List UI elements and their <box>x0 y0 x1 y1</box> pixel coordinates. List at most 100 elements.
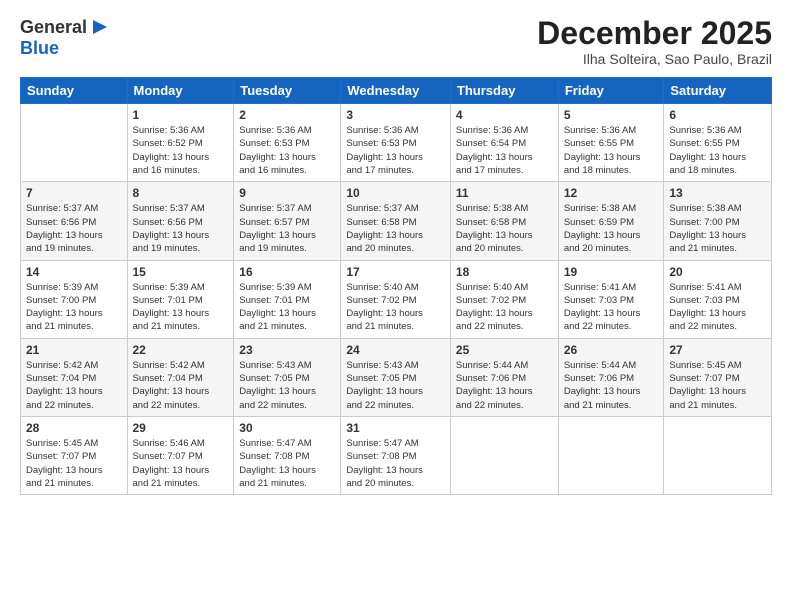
day-info: Sunrise: 5:42 AMSunset: 7:04 PMDaylight:… <box>26 359 122 412</box>
calendar-week-4: 21 Sunrise: 5:42 AMSunset: 7:04 PMDayligh… <box>21 338 772 416</box>
day-info: Sunrise: 5:40 AMSunset: 7:02 PMDaylight:… <box>346 281 445 334</box>
day-info: Sunrise: 5:45 AMSunset: 7:07 PMDaylight:… <box>26 437 122 490</box>
day-number: 21 <box>26 343 122 357</box>
table-row: 19Sunrise: 5:41 AMSunset: 7:03 PMDayligh… <box>558 260 664 338</box>
day-info: Sunrise: 5:37 AMSunset: 6:57 PMDaylight:… <box>239 202 335 255</box>
day-number: 16 <box>239 265 335 279</box>
table-row <box>664 416 772 494</box>
day-info: Sunrise: 5:43 AMSunset: 7:05 PMDaylight:… <box>239 359 335 412</box>
table-row: 17Sunrise: 5:40 AMSunset: 7:02 PMDayligh… <box>341 260 451 338</box>
day-number: 18 <box>456 265 553 279</box>
table-row: 26Sunrise: 5:44 AMSunset: 7:06 PMDayligh… <box>558 338 664 416</box>
table-row: 2Sunrise: 5:36 AMSunset: 6:53 PMDaylight… <box>234 104 341 182</box>
col-sunday: Sunday <box>21 78 128 104</box>
day-info: Sunrise: 5:36 AMSunset: 6:54 PMDaylight:… <box>456 124 553 177</box>
col-tuesday: Tuesday <box>234 78 341 104</box>
table-row: 25 Sunrise: 5:44 AMSunset: 7:06 PMDayligh… <box>450 338 558 416</box>
day-number: 22 <box>133 343 229 357</box>
month-title: December 2025 <box>537 16 772 51</box>
table-row: 10 Sunrise: 5:37 AMSunset: 6:58 PMDayligh… <box>341 182 451 260</box>
table-row: 11Sunrise: 5:38 AMSunset: 6:58 PMDayligh… <box>450 182 558 260</box>
day-number: 28 <box>26 421 122 435</box>
table-row: 5 Sunrise: 5:36 AMSunset: 6:55 PMDaylight… <box>558 104 664 182</box>
day-number: 27 <box>669 343 766 357</box>
day-info: Sunrise: 5:44 AMSunset: 7:06 PMDaylight:… <box>456 359 553 412</box>
table-row: 31Sunrise: 5:47 AMSunset: 7:08 PMDayligh… <box>341 416 451 494</box>
day-number: 15 <box>133 265 229 279</box>
col-monday: Monday <box>127 78 234 104</box>
day-number: 1 <box>133 108 229 122</box>
day-info: Sunrise: 5:47 AMSunset: 7:08 PMDaylight:… <box>239 437 335 490</box>
title-block: December 2025 Ilha Solteira, Sao Paulo, … <box>537 16 772 67</box>
day-number: 14 <box>26 265 122 279</box>
day-info: Sunrise: 5:36 AMSunset: 6:53 PMDaylight:… <box>239 124 335 177</box>
day-info: Sunrise: 5:42 AMSunset: 7:04 PMDaylight:… <box>133 359 229 412</box>
day-number: 24 <box>346 343 445 357</box>
day-number: 30 <box>239 421 335 435</box>
day-number: 6 <box>669 108 766 122</box>
table-row: 22 Sunrise: 5:42 AMSunset: 7:04 PMDayligh… <box>127 338 234 416</box>
table-row: 4 Sunrise: 5:36 AMSunset: 6:54 PMDaylight… <box>450 104 558 182</box>
calendar-week-2: 7 Sunrise: 5:37 AMSunset: 6:56 PMDaylight… <box>21 182 772 260</box>
table-row: 23 Sunrise: 5:43 AMSunset: 7:05 PMDayligh… <box>234 338 341 416</box>
day-number: 29 <box>133 421 229 435</box>
table-row: 27 Sunrise: 5:45 AMSunset: 7:07 PMDayligh… <box>664 338 772 416</box>
header: General Blue December 2025 Ilha Solteira… <box>20 16 772 67</box>
day-info: Sunrise: 5:37 AMSunset: 6:58 PMDaylight:… <box>346 202 445 255</box>
day-number: 19 <box>564 265 659 279</box>
day-info: Sunrise: 5:37 AMSunset: 6:56 PMDaylight:… <box>133 202 229 255</box>
calendar-week-3: 14 Sunrise: 5:39 AMSunset: 7:00 PMDayligh… <box>21 260 772 338</box>
day-number: 5 <box>564 108 659 122</box>
location: Ilha Solteira, Sao Paulo, Brazil <box>537 51 772 67</box>
table-row: 12Sunrise: 5:38 AMSunset: 6:59 PMDayligh… <box>558 182 664 260</box>
day-number: 9 <box>239 186 335 200</box>
day-number: 13 <box>669 186 766 200</box>
day-number: 23 <box>239 343 335 357</box>
day-number: 10 <box>346 186 445 200</box>
day-info: Sunrise: 5:44 AMSunset: 7:06 PMDaylight:… <box>564 359 659 412</box>
table-row: 30 Sunrise: 5:47 AMSunset: 7:08 PMDayligh… <box>234 416 341 494</box>
day-info: Sunrise: 5:36 AMSunset: 6:55 PMDaylight:… <box>669 124 766 177</box>
table-row: 1Sunrise: 5:36 AMSunset: 6:52 PMDaylight… <box>127 104 234 182</box>
table-row <box>450 416 558 494</box>
day-info: Sunrise: 5:39 AMSunset: 7:01 PMDaylight:… <box>239 281 335 334</box>
day-number: 20 <box>669 265 766 279</box>
calendar: Sunday Monday Tuesday Wednesday Thursday… <box>20 77 772 495</box>
logo-blue-text: Blue <box>20 38 59 58</box>
page: General Blue December 2025 Ilha Solteira… <box>0 0 792 612</box>
day-info: Sunrise: 5:46 AMSunset: 7:07 PMDaylight:… <box>133 437 229 490</box>
table-row: 20Sunrise: 5:41 AMSunset: 7:03 PMDayligh… <box>664 260 772 338</box>
table-row: 18 Sunrise: 5:40 AMSunset: 7:02 PMDayligh… <box>450 260 558 338</box>
day-number: 4 <box>456 108 553 122</box>
table-row <box>21 104 128 182</box>
col-friday: Friday <box>558 78 664 104</box>
table-row: 16 Sunrise: 5:39 AMSunset: 7:01 PMDayligh… <box>234 260 341 338</box>
calendar-week-1: 1Sunrise: 5:36 AMSunset: 6:52 PMDaylight… <box>21 104 772 182</box>
day-number: 25 <box>456 343 553 357</box>
table-row: 9 Sunrise: 5:37 AMSunset: 6:57 PMDaylight… <box>234 182 341 260</box>
col-wednesday: Wednesday <box>341 78 451 104</box>
col-saturday: Saturday <box>664 78 772 104</box>
table-row: 6 Sunrise: 5:36 AMSunset: 6:55 PMDaylight… <box>664 104 772 182</box>
day-info: Sunrise: 5:39 AMSunset: 7:00 PMDaylight:… <box>26 281 122 334</box>
table-row <box>558 416 664 494</box>
calendar-header-row: Sunday Monday Tuesday Wednesday Thursday… <box>21 78 772 104</box>
day-info: Sunrise: 5:38 AMSunset: 6:58 PMDaylight:… <box>456 202 553 255</box>
day-info: Sunrise: 5:38 AMSunset: 7:00 PMDaylight:… <box>669 202 766 255</box>
table-row: 15Sunrise: 5:39 AMSunset: 7:01 PMDayligh… <box>127 260 234 338</box>
table-row: 14 Sunrise: 5:39 AMSunset: 7:00 PMDayligh… <box>21 260 128 338</box>
table-row: 24 Sunrise: 5:43 AMSunset: 7:05 PMDayligh… <box>341 338 451 416</box>
day-info: Sunrise: 5:43 AMSunset: 7:05 PMDaylight:… <box>346 359 445 412</box>
logo-icon <box>89 16 111 38</box>
day-number: 3 <box>346 108 445 122</box>
day-info: Sunrise: 5:36 AMSunset: 6:55 PMDaylight:… <box>564 124 659 177</box>
day-info: Sunrise: 5:40 AMSunset: 7:02 PMDaylight:… <box>456 281 553 334</box>
table-row: 13 Sunrise: 5:38 AMSunset: 7:00 PMDayligh… <box>664 182 772 260</box>
day-info: Sunrise: 5:36 AMSunset: 6:53 PMDaylight:… <box>346 124 445 177</box>
calendar-week-5: 28 Sunrise: 5:45 AMSunset: 7:07 PMDayligh… <box>21 416 772 494</box>
day-number: 7 <box>26 186 122 200</box>
table-row: 8Sunrise: 5:37 AMSunset: 6:56 PMDaylight… <box>127 182 234 260</box>
day-info: Sunrise: 5:45 AMSunset: 7:07 PMDaylight:… <box>669 359 766 412</box>
logo-general-text: General <box>20 17 87 38</box>
col-thursday: Thursday <box>450 78 558 104</box>
